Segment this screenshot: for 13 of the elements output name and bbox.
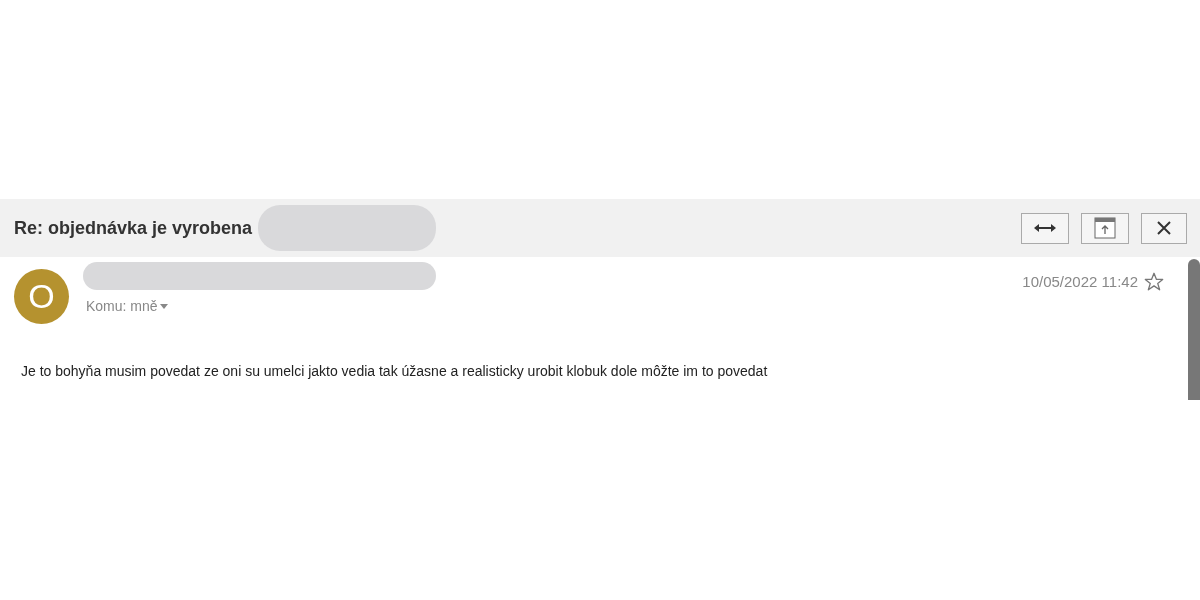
close-button[interactable] <box>1141 212 1187 244</box>
star-icon[interactable] <box>1144 272 1164 291</box>
expand-button[interactable] <box>1021 212 1069 244</box>
message-date: 10/05/2022 11:42 <box>1022 273 1138 290</box>
scrollbar[interactable] <box>1188 259 1200 400</box>
message-body: Je to bohyňa musim povedat ze oni su umelci jakto vedia tak úžasne a realisticky urobit klobuk dole môžte im to povedat <box>21 363 769 379</box>
close-icon <box>1156 220 1172 236</box>
popout-button[interactable] <box>1081 212 1129 244</box>
caret-icon <box>159 303 168 309</box>
email-subject: Re: objednávka je vyrobena <box>14 217 253 239</box>
recipient-dropdown[interactable]: Komu: mně <box>86 298 436 314</box>
expand-arrows-icon <box>1034 223 1056 233</box>
avatar: O <box>14 269 69 324</box>
